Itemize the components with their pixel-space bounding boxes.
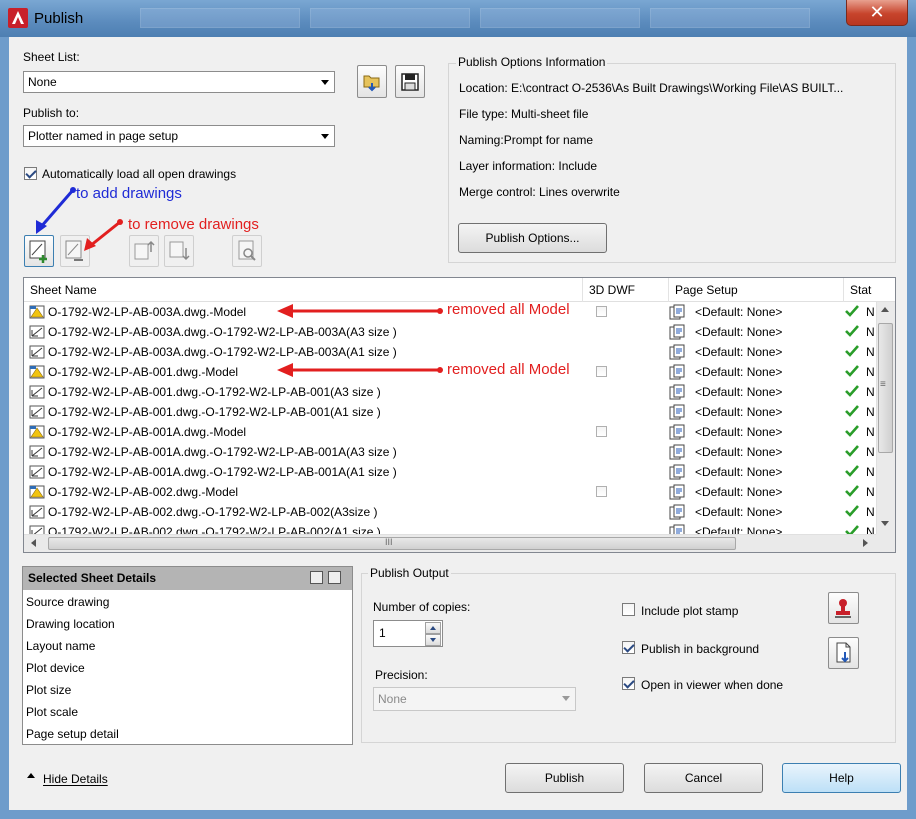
plot-stamp-checkbox[interactable] bbox=[622, 603, 635, 616]
details-title: Selected Sheet Details bbox=[23, 567, 352, 590]
chevron-down-icon bbox=[430, 638, 436, 642]
precision-label: Precision: bbox=[375, 668, 428, 682]
hide-details-link[interactable]: Hide Details bbox=[43, 772, 108, 786]
copies-value: 1 bbox=[379, 626, 386, 640]
plot-stamp-label: Include plot stamp bbox=[641, 604, 739, 618]
details-list-view-icon[interactable] bbox=[310, 571, 323, 584]
background-details-button[interactable] bbox=[828, 637, 859, 669]
detail-layout-name: Layout name bbox=[26, 639, 96, 653]
collapse-arrow-icon[interactable] bbox=[27, 773, 35, 778]
cancel-button[interactable]: Cancel bbox=[644, 763, 763, 793]
publish-background-checkbox[interactable] bbox=[622, 641, 635, 654]
publish-output-title: Publish Output bbox=[368, 566, 451, 580]
precision-value: None bbox=[378, 692, 407, 706]
detail-page-setup-detail: Page setup detail bbox=[26, 727, 119, 741]
detail-source-drawing: Source drawing bbox=[26, 595, 110, 609]
publish-background-label: Publish in background bbox=[641, 642, 760, 656]
chevron-up-icon bbox=[430, 626, 436, 630]
annotation-removed-model-1: removed all Model bbox=[447, 301, 570, 318]
detail-plot-scale: Plot scale bbox=[26, 705, 79, 719]
chevron-down-icon bbox=[562, 696, 570, 701]
copies-label: Number of copies: bbox=[373, 600, 471, 614]
precision-dropdown[interactable]: None bbox=[373, 687, 576, 711]
spin-down-button[interactable] bbox=[425, 634, 441, 646]
detail-drawing-location: Drawing location bbox=[26, 617, 115, 631]
spin-up-button[interactable] bbox=[425, 622, 441, 634]
document-download-icon bbox=[836, 642, 851, 663]
help-button[interactable]: Help bbox=[782, 763, 901, 793]
publish-output-group bbox=[361, 573, 896, 743]
selected-sheet-details-panel: Selected Sheet Details Source drawing Dr… bbox=[22, 566, 353, 745]
red-arrow-icon bbox=[277, 304, 443, 318]
red-arrow-icon bbox=[277, 363, 443, 377]
open-viewer-label: Open in viewer when done bbox=[641, 678, 784, 692]
red-arrow-icon bbox=[84, 219, 123, 251]
detail-plot-size: Plot size bbox=[26, 683, 72, 697]
publish-button[interactable]: Publish bbox=[505, 763, 624, 793]
detail-plot-device: Plot device bbox=[26, 661, 85, 675]
stamp-icon bbox=[835, 599, 851, 618]
blue-arrow-icon bbox=[36, 187, 76, 234]
copies-spinner[interactable]: 1 bbox=[373, 620, 443, 647]
annotation-removed-model-2: removed all Model bbox=[447, 361, 570, 378]
details-refresh-icon[interactable] bbox=[328, 571, 341, 584]
open-viewer-checkbox[interactable] bbox=[622, 677, 635, 690]
plot-stamp-settings-button[interactable] bbox=[828, 592, 859, 624]
